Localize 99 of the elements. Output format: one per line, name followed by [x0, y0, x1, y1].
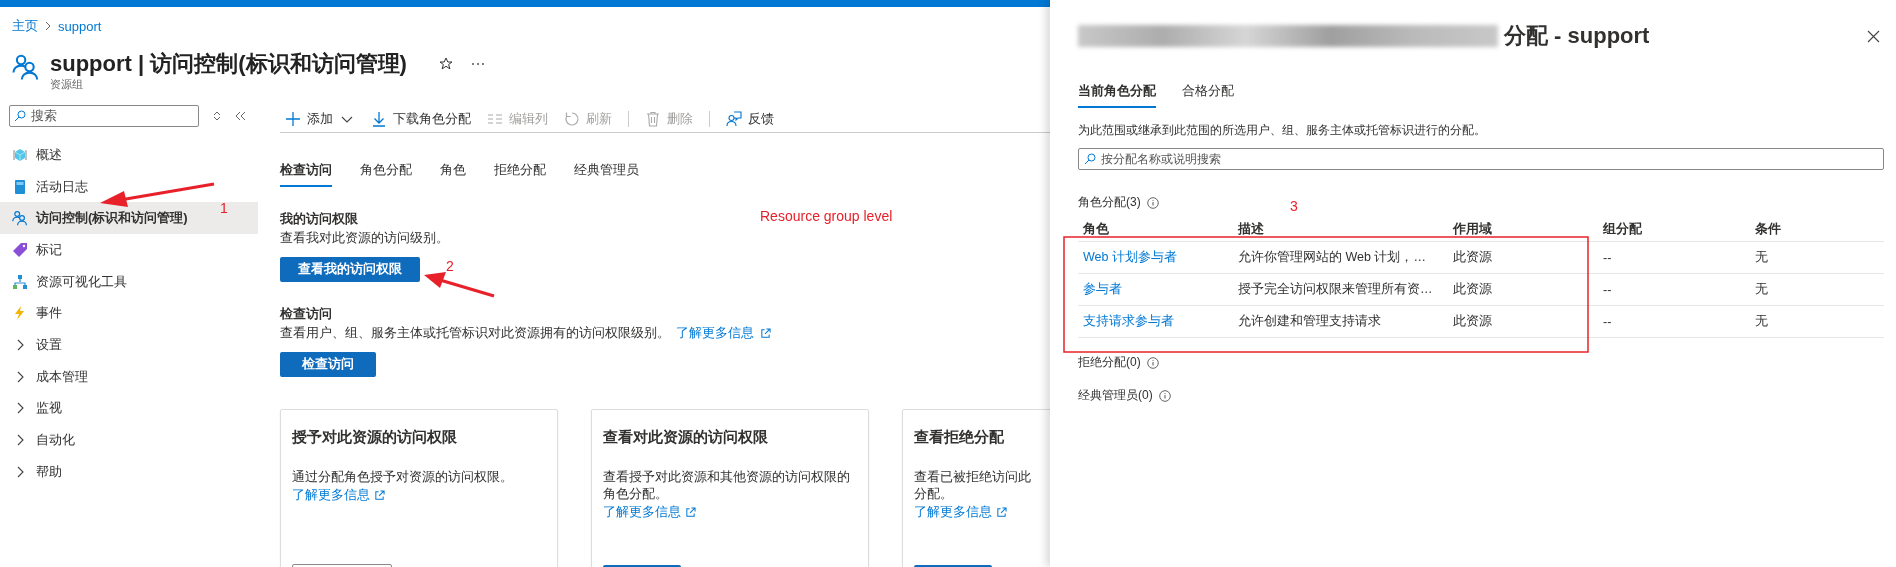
book-icon: [12, 178, 28, 195]
trash-icon: [645, 110, 661, 127]
breadcrumb-link[interactable]: 主页: [12, 17, 38, 35]
section-heading: 经典管理员(0): [1078, 387, 1153, 404]
column-header: 作用域: [1448, 217, 1598, 242]
check-access-button[interactable]: 检查访问: [280, 352, 376, 377]
table-cell: --: [1598, 274, 1750, 306]
sort-icon[interactable]: [213, 110, 221, 122]
download-icon: [371, 110, 387, 127]
tab[interactable]: 当前角色分配: [1078, 82, 1156, 108]
table-cell: --: [1598, 242, 1750, 274]
table-cell: 允许创建和管理支持请求: [1233, 306, 1448, 338]
tag-icon: [12, 241, 28, 258]
column-header: 组分配: [1598, 217, 1750, 242]
toolbar-button[interactable]: 添加: [285, 109, 355, 128]
table-cell: 允许你管理网站的 Web 计划，…: [1233, 242, 1448, 274]
card-text: 分配。: [914, 486, 953, 503]
sidebar-item[interactable]: 监视: [0, 392, 258, 425]
learn-more-link[interactable]: 了解更多信息: [914, 503, 992, 521]
table-cell: --: [1598, 306, 1750, 338]
card-title: 授予对此资源的访问权限: [292, 428, 458, 447]
search-field[interactable]: 按分配名称或说明搜索: [1078, 148, 1884, 170]
view-access-button[interactable]: 查看我的访问权限: [280, 257, 420, 282]
people-icon: [12, 53, 40, 81]
sidebar-item[interactable]: 事件: [0, 297, 258, 330]
sidebar-item[interactable]: 自动化: [0, 424, 258, 456]
chevron-right-icon: [44, 21, 52, 31]
role-link[interactable]: Web 计划参与者: [1078, 242, 1233, 274]
table-cell: 无: [1750, 306, 1884, 338]
card-text: 通过分配角色授予对资源的访问权限。: [292, 469, 513, 486]
sidebar-item[interactable]: 帮助: [0, 455, 258, 488]
people-icon: [12, 210, 28, 227]
sidebar-item[interactable]: 成本管理: [0, 360, 258, 393]
card-text: 查看已被拒绝访问此: [914, 469, 1031, 486]
search-icon: [14, 110, 26, 122]
section-heading: 拒绝分配(0): [1078, 354, 1141, 371]
sidebar-item[interactable]: 标记: [0, 234, 258, 266]
feedback-icon: [726, 110, 742, 127]
search-icon: [1084, 153, 1096, 165]
sidebar-item[interactable]: 资源可视化工具: [0, 265, 258, 298]
table-cell: 授予完全访问权限来管理所有资…: [1233, 274, 1448, 306]
column-header: 描述: [1233, 217, 1448, 242]
breadcrumb-link[interactable]: support: [58, 18, 102, 34]
tab[interactable]: 经典管理员: [574, 161, 639, 187]
external-link-icon: [996, 506, 1007, 518]
cube-icon: [12, 146, 28, 163]
card-title: 查看对此资源的访问权限: [603, 428, 769, 447]
sidebar-item[interactable]: 活动日志: [0, 170, 258, 203]
page-title: support | 访问控制(标识和访问管理): [50, 51, 407, 77]
annotation-label: 3: [1290, 198, 1298, 214]
external-link-icon: [374, 489, 385, 501]
annotation-label: 1: [220, 200, 228, 216]
refresh-icon: [564, 110, 580, 127]
table-cell: 此资源: [1448, 274, 1598, 306]
role-link[interactable]: 支持请求参与者: [1078, 306, 1233, 338]
arrow: [424, 272, 495, 298]
column-header: 角色: [1078, 217, 1233, 242]
card-text: 查看授予对此资源和其他资源的访问权限的: [603, 469, 850, 486]
search-field[interactable]: 搜索: [9, 105, 199, 127]
sidebar-item[interactable]: 概述: [0, 139, 258, 171]
learn-more-link[interactable]: 了解更多信息: [292, 486, 370, 504]
tab[interactable]: 角色: [440, 161, 466, 187]
toolbar-button[interactable]: 下载角色分配: [371, 109, 471, 128]
toolbar-button[interactable]: 反馈: [726, 109, 774, 128]
tab[interactable]: 角色分配: [360, 161, 412, 187]
collapse-icon[interactable]: [235, 111, 247, 121]
table-cell: 无: [1750, 274, 1884, 306]
table-cell: 此资源: [1448, 306, 1598, 338]
annotation-label: Resource group level: [760, 208, 893, 224]
info-icon: [1146, 196, 1159, 209]
info-icon: [1146, 356, 1159, 369]
info-icon: [1158, 389, 1171, 402]
panel-description: 为此范围或继承到此范围的所选用户、组、服务主体或托管标识进行的分配。: [1078, 122, 1487, 139]
panel-title: 分配 - support: [1504, 22, 1650, 50]
learn-more-link[interactable]: 了解更多信息: [603, 503, 681, 521]
plus-icon: [285, 110, 301, 127]
section-heading: 检查访问: [280, 306, 332, 323]
learn-more-link[interactable]: 了解更多信息: [676, 325, 754, 342]
tab[interactable]: 检查访问: [280, 161, 332, 187]
role-link[interactable]: 参与者: [1078, 274, 1233, 306]
page-subtitle: 资源组: [50, 77, 84, 92]
column-header: 条件: [1750, 217, 1884, 242]
external-link-icon: [760, 328, 771, 339]
hierarchy-icon: [12, 273, 28, 290]
external-link-icon: [685, 506, 696, 518]
annotation-label: 2: [446, 258, 454, 274]
table-cell: 无: [1750, 242, 1884, 274]
tab[interactable]: 合格分配: [1182, 82, 1234, 108]
section-text: 查看我对此资源的访问级别。: [280, 230, 449, 247]
table-cell: 此资源: [1448, 242, 1598, 274]
star-icon[interactable]: [438, 57, 453, 71]
tab[interactable]: 拒绝分配: [494, 161, 546, 187]
sidebar-item[interactable]: 设置: [0, 329, 258, 361]
close-icon[interactable]: [1867, 29, 1880, 43]
card-text: 角色分配。: [603, 486, 668, 503]
section-heading: 角色分配(3): [1078, 194, 1141, 211]
section-heading: 我的访问权限: [280, 211, 358, 228]
section-text: 查看用户、组、服务主体或托管标识对此资源拥有的访问权限级别。: [280, 325, 670, 342]
card-title: 查看拒绝分配: [914, 428, 1005, 447]
